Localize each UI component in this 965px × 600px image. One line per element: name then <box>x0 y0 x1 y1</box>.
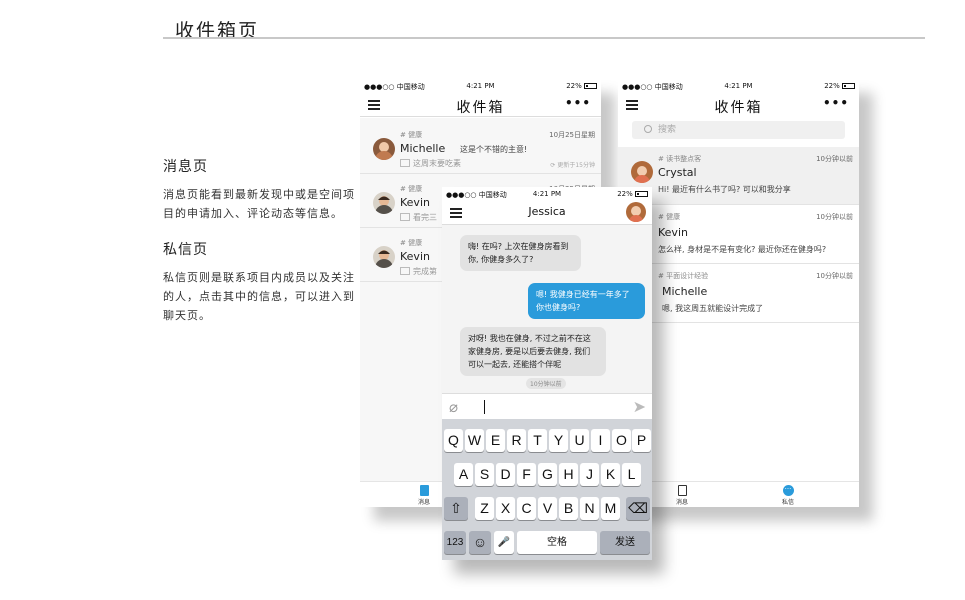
key[interactable]: G <box>538 463 557 486</box>
list-item[interactable]: # 健康 10分钟以前 Kevin 怎么样, 身材是不是有变化? 最近你还在健身… <box>618 205 859 264</box>
chat-icon: ··· <box>782 485 794 496</box>
message-timestamp: 10分钟以前 <box>526 378 566 389</box>
key[interactable]: Z <box>475 497 494 520</box>
emoji-key[interactable]: ☺ <box>469 531 491 554</box>
status-bar: ●●●○○ 中国移动 4:21 PM 22% <box>618 79 859 93</box>
avatar <box>373 138 395 160</box>
note-icon <box>400 159 410 167</box>
search-icon <box>644 125 652 133</box>
avatar <box>373 246 395 268</box>
message-bubble-in: 嗨! 在吗? 上次在健身房看到你, 你健身多久了? <box>460 235 581 271</box>
message-composer: ⌀ ➤ <box>442 393 652 419</box>
key[interactable]: B <box>559 497 578 520</box>
key[interactable]: R <box>507 429 526 452</box>
inbox-icon <box>677 485 687 496</box>
message-bubble-in: 对呀! 我也在健身, 不过之前不在这家健身房, 要是以后要去健身, 我们可以一起… <box>460 327 606 376</box>
key[interactable]: K <box>601 463 620 486</box>
key[interactable]: W <box>465 429 484 452</box>
key[interactable]: C <box>517 497 536 520</box>
section-heading: 消息页 <box>163 159 208 175</box>
key[interactable]: H <box>559 463 578 486</box>
tab-messages[interactable]: 消息 <box>662 485 702 506</box>
keyboard: Q W E R T Y U I O P A S D F G H J K L ⇧ … <box>442 419 652 560</box>
contact-avatar[interactable] <box>626 202 646 222</box>
key[interactable]: Q <box>444 429 463 452</box>
phone-chat: ●●●○○ 中国移动 4:21 PM 22% Jessica 嗨! 在吗? 上次… <box>442 187 652 560</box>
send-key[interactable]: 发送 <box>600 531 650 554</box>
key[interactable]: Y <box>549 429 568 452</box>
key[interactable]: T <box>528 429 547 452</box>
key[interactable]: F <box>517 463 536 486</box>
key[interactable]: L <box>622 463 641 486</box>
list-item[interactable]: # 平面设计经验 10分钟以前 Michelle 嗯, 我这周五就能设计完成了 <box>618 264 859 323</box>
conversation-list: # 读书整点客 10分钟以前 Crystal Hi! 最近有什么书了吗? 可以和… <box>618 147 859 481</box>
key[interactable]: O <box>612 429 631 452</box>
space-key[interactable]: 空格 <box>517 531 597 554</box>
inbox-icon <box>419 485 429 496</box>
list-item[interactable]: # 健康 10月25日星期 Michelle 这是个不错的主意! 这周末要吃素 … <box>360 124 601 174</box>
key[interactable]: N <box>580 497 599 520</box>
avatar <box>373 192 395 214</box>
more-icon[interactable]: ••• <box>565 96 591 110</box>
section-heading: 私信页 <box>163 242 208 258</box>
mic-key[interactable]: 🎤 <box>494 531 514 554</box>
chat-body: 嗨! 在吗? 上次在健身房看到你, 你健身多久了? 嗯! 我健身已经有一年多了你… <box>442 225 652 393</box>
tab-private[interactable]: ···私信 <box>768 485 808 506</box>
numbers-key[interactable]: 123 <box>444 531 466 554</box>
battery-icon <box>584 83 597 89</box>
key[interactable]: J <box>580 463 599 486</box>
key[interactable]: X <box>496 497 515 520</box>
key[interactable]: E <box>486 429 505 452</box>
send-icon[interactable]: ➤ <box>633 397 646 416</box>
more-icon[interactable]: ••• <box>823 96 849 110</box>
section-messages-desc: 消息页 消息页能看到最新发现中或是空间项目的申请加入、评论动态等信息。 <box>163 156 358 223</box>
title-divider <box>163 37 925 39</box>
message-bubble-out: 嗯! 我健身已经有一年多了你也健身吗? <box>528 283 645 319</box>
key[interactable]: A <box>454 463 473 486</box>
avatar <box>631 161 653 183</box>
nav-bar: Jessica <box>442 201 652 225</box>
status-bar: ●●●○○ 中国移动 4:21 PM 22% <box>442 187 652 201</box>
key[interactable]: S <box>475 463 494 486</box>
section-body: 私信页则是联系项目内成员以及关注的人，点击其中的信息，可以进入到聊天页。 <box>163 271 355 322</box>
section-private-desc: 私信页 私信页则是联系项目内成员以及关注的人，点击其中的信息，可以进入到聊天页。 <box>163 239 358 325</box>
tab-bar: 消息 ···私信 <box>618 481 859 507</box>
chat-contact-name: Jessica <box>528 205 566 218</box>
key[interactable]: U <box>570 429 589 452</box>
note-icon <box>400 267 410 275</box>
backspace-key[interactable]: ⌫ <box>626 497 650 520</box>
message-input[interactable] <box>484 400 485 414</box>
list-item[interactable]: # 读书整点客 10分钟以前 Crystal Hi! 最近有什么书了吗? 可以和… <box>618 147 859 205</box>
nav-bar: 收件箱 ••• <box>360 93 601 117</box>
nav-bar: 收件箱 ••• <box>618 93 859 117</box>
shift-key[interactable]: ⇧ <box>444 497 468 520</box>
section-body: 消息页能看到最新发现中或是空间项目的申请加入、评论动态等信息。 <box>163 188 355 220</box>
note-icon <box>400 213 410 221</box>
key[interactable]: P <box>632 429 651 452</box>
key[interactable]: D <box>496 463 515 486</box>
attach-icon[interactable]: ⌀ <box>449 398 458 416</box>
key[interactable]: V <box>538 497 557 520</box>
battery-icon <box>842 83 855 89</box>
search-input[interactable]: 搜索 <box>632 121 845 139</box>
battery-icon <box>635 191 648 197</box>
status-bar: ●●●○○ 中国移动 4:21 PM 22% <box>360 79 601 93</box>
key[interactable]: M <box>601 497 620 520</box>
key[interactable]: I <box>591 429 610 452</box>
phone-inbox-private: ●●●○○ 中国移动 4:21 PM 22% 收件箱 ••• 搜索 # 读书整点… <box>618 79 859 507</box>
tab-messages[interactable]: 消息 <box>404 485 444 506</box>
